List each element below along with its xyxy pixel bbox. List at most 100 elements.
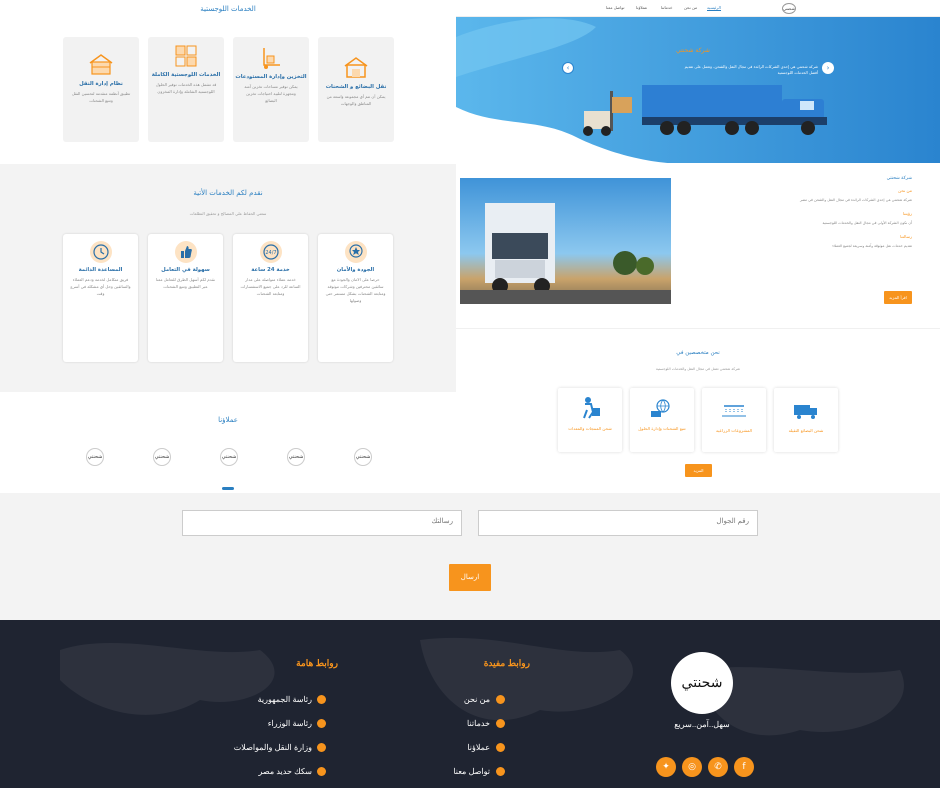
contact-form: رقم الجوال رسالتك ارسال: [0, 493, 940, 620]
bullet-dot: [317, 767, 326, 776]
twitter-icon[interactable]: ✦: [656, 757, 676, 777]
logistics-card-desc: قد تشمل هذه الخدمات توفير الحلول اللوجست…: [155, 82, 217, 94]
about-section-text: أن نكون الشركة الأولى في مجال النقل والخ…: [822, 221, 912, 225]
service-card[interactable]: 24/7 خدمة 24 ساعة خدمة عملاء متواصلة على…: [233, 234, 308, 362]
specialist-card[interactable]: المشروعات الزراعية: [702, 388, 766, 452]
carousel-indicator[interactable]: [222, 487, 234, 490]
delivery-man-icon: [583, 397, 600, 419]
phone-input[interactable]: رقم الجوال: [478, 510, 758, 536]
logistics-card[interactable]: التخزين وإدارة المستودعات يمكن توفير مسا…: [233, 37, 309, 142]
about-section-title: رؤيتنا: [902, 211, 912, 216]
client-logo: شحنتي: [153, 448, 171, 466]
service-card-desc: فريق متكامل لخدمة ودعم العملاء والسائقين…: [70, 277, 131, 296]
service-card[interactable]: الجودة والأمان حرصا على الامان والجودة م…: [318, 234, 393, 362]
hero-slider: شركة شحنتي شركة شحنتي هي إحدى الشركات ال…: [456, 17, 940, 163]
logistics-card[interactable]: نقل البضائع و الشحنات يمكن أن تتم أي مجم…: [318, 37, 394, 142]
nav-item-about[interactable]: من نحن: [684, 5, 697, 10]
specialists-section: نحن متخصصين في شركة شحنتي تعمل في مجال ا…: [456, 328, 940, 493]
service-card[interactable]: المساعدة الدائمة فريق متكامل لخدمة ودعم …: [63, 234, 138, 362]
truck-icon: [794, 405, 817, 419]
clock-24-icon: 24/7: [259, 241, 282, 263]
specialist-card[interactable]: شحن المنتجات والمعدات: [558, 388, 622, 452]
service-card-title: خدمة 24 ساعة: [251, 267, 290, 273]
whatsapp-icon[interactable]: ✆: [708, 757, 728, 777]
bullet-dot: [496, 695, 505, 704]
truck-photo: [460, 203, 671, 304]
bullet-dot: [317, 743, 326, 752]
useful-link[interactable]: خدماتنا: [410, 719, 490, 728]
important-links-title: روابط هامة: [296, 658, 338, 668]
footer-logo[interactable]: شحنتي: [671, 652, 733, 714]
important-link[interactable]: رئاسة الوزراء: [200, 719, 312, 728]
specialists-title: نحن متخصصين في: [676, 350, 720, 356]
irrigation-icon: [722, 405, 746, 417]
nav-item-clients[interactable]: عملاؤنا: [636, 5, 647, 10]
bullet-dot: [496, 767, 505, 776]
about-block: شركة شحنتي من نحن شركة شحنتي هي إحدى الش…: [682, 176, 912, 249]
nav-item-services[interactable]: خدماتنا: [661, 5, 672, 10]
client-logo: شحنتي: [354, 448, 372, 466]
medal-icon: [344, 241, 367, 263]
important-link[interactable]: رئاسة الجمهورية: [200, 695, 312, 704]
read-more-button[interactable]: اقرأ المزيد: [884, 291, 912, 304]
about-heading: شركة شحنتي: [886, 176, 912, 181]
nav-item-contact[interactable]: تواصل معنا: [606, 5, 625, 10]
footer: شحنتي سهل..آمن..سريع f ✆ ◎ ✦ روابط مفيدة…: [0, 620, 940, 788]
global-shipping-icon: [651, 399, 670, 417]
warehouse-icon: [89, 54, 113, 75]
logistics-card-title: الخدمات اللوجستية الكاملة: [151, 72, 221, 78]
specialist-card-title: تتبع الشحنات وإدارة الحلول: [638, 426, 686, 431]
logistics-card-desc: يمكن أن تتم أي مجموعة واسعة من المناطق و…: [326, 94, 386, 106]
hero-title: شركة شحنتي: [676, 47, 710, 54]
top-nav: شحنتي الرئيسية من نحن خدماتنا عملاؤنا تو…: [456, 0, 940, 17]
bullet-dot: [496, 719, 505, 728]
specialists-subtitle: شركة شحنتي تعمل في مجال النقل والخدمات ا…: [655, 367, 741, 371]
logistics-card[interactable]: نظام إدارة النقل تطبيق أنظمة متقدمة لتحس…: [63, 37, 139, 142]
service-card-desc: خدمة عملاء متواصلة على مدار الساعة للرد …: [240, 277, 301, 296]
useful-links-title: روابط مفيدة: [483, 658, 530, 668]
client-logo: شحنتي: [220, 448, 238, 466]
useful-link[interactable]: تواصل معنا: [410, 767, 490, 776]
nav-item-home[interactable]: الرئيسية: [707, 5, 721, 11]
facebook-icon[interactable]: f: [734, 757, 754, 777]
more-button[interactable]: المزيد: [685, 464, 712, 477]
useful-link[interactable]: عملاؤنا: [410, 743, 490, 752]
boxes-icon: [175, 45, 197, 67]
slider-prev-button[interactable]: ‹: [562, 62, 574, 74]
warehouse-icon: [344, 57, 368, 78]
client-logo: شحنتي: [86, 448, 104, 466]
important-link[interactable]: وزارة النقل والمواصلات: [200, 743, 312, 752]
service-card-desc: نقدم لكم أسهل الطرق للتعامل معنا عبر الت…: [156, 277, 215, 289]
service-card-title: الجودة والأمان: [336, 267, 375, 273]
service-card-desc: حرصا على الامان والجودة مع سائقين محترفي…: [325, 277, 386, 303]
send-button[interactable]: ارسال: [449, 564, 491, 591]
message-input[interactable]: رسالتك: [182, 510, 462, 536]
specialist-card[interactable]: شحن البضائع الثقيلة: [774, 388, 838, 452]
specialist-card[interactable]: تتبع الشحنات وإدارة الحلول: [630, 388, 694, 452]
useful-link[interactable]: من نحن: [410, 695, 490, 704]
bullet-dot: [317, 695, 326, 704]
about-section-title: رسالتنا: [900, 234, 912, 239]
thumbs-up-icon: [174, 241, 197, 263]
about-section-text: تقديم خدمات نقل موثوقة وآمنة وسريعة لجمي…: [832, 244, 912, 248]
logistics-title: الخدمات اللوجستية: [200, 5, 256, 13]
logistics-card-desc: تطبيق أنظمة متقدمة لتحسين النقل وتتبع ال…: [71, 91, 131, 103]
services-subtitle: سعتي الحفاظ علي المصالح و تحقيق التطلعات: [189, 211, 267, 216]
svg-text:24/7: 24/7: [265, 250, 276, 256]
logistics-card-title: التخزين وإدارة المستودعات: [235, 74, 307, 80]
nav-logo[interactable]: شحنتي: [782, 3, 796, 14]
about-section-text: شركة شحنتي هي إحدى الشركات الرائدة في مج…: [799, 198, 912, 202]
page-root: الخدمات اللوجستية نقل البضائع و الشحنات …: [0, 0, 940, 788]
slider-next-button[interactable]: ›: [822, 62, 834, 74]
left-panel: الخدمات اللوجستية نقل البضائع و الشحنات …: [0, 0, 456, 493]
right-panel: شحنتي الرئيسية من نحن خدماتنا عملاؤنا تو…: [456, 0, 940, 493]
service-card[interactable]: سهولة في التعامل نقدم لكم أسهل الطرق للت…: [148, 234, 223, 362]
specialist-card-title: شحن البضائع الثقيلة: [788, 428, 824, 433]
footer-tagline: سهل..آمن..سريع: [674, 720, 730, 729]
important-link[interactable]: سكك حديد مصر: [200, 767, 312, 776]
service-card-title: المساعدة الدائمة: [78, 267, 123, 273]
logistics-card[interactable]: الخدمات اللوجستية الكاملة قد تشمل هذه ال…: [148, 37, 224, 142]
bullet-dot: [496, 743, 505, 752]
clients-title: عملاؤنا: [218, 416, 238, 424]
instagram-icon[interactable]: ◎: [682, 757, 702, 777]
